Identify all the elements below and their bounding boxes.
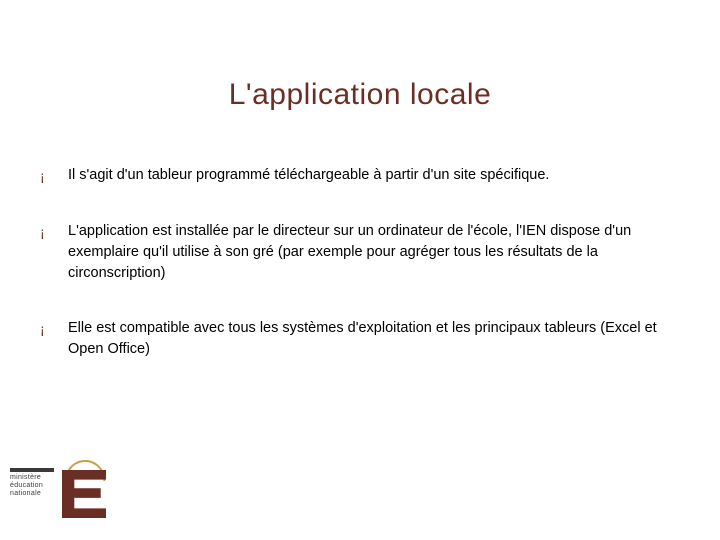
bullet-text: Elle est compatible avec tous les systèm… xyxy=(68,318,680,360)
slide: L'application locale ¡ Il s'agit d'un ta… xyxy=(0,0,720,540)
bullet-text: L'application est installée par le direc… xyxy=(68,221,680,284)
bullet-text: Il s'agit d'un tableur programmé télécha… xyxy=(68,165,680,186)
bullet-marker-icon: ¡ xyxy=(40,221,68,243)
bullet-item: ¡ L'application est installée par le dir… xyxy=(40,221,680,284)
bullet-item: ¡ Il s'agit d'un tableur programmé téléc… xyxy=(40,165,680,187)
ministry-logo: ministère éducation nationale xyxy=(0,460,110,540)
logo-bar-icon xyxy=(10,468,54,472)
logo-emblem-icon xyxy=(58,460,110,522)
logo-line: éducation xyxy=(10,482,43,490)
logo-line: ministère xyxy=(10,474,43,482)
logo-text: ministère éducation nationale xyxy=(10,474,43,498)
bullet-item: ¡ Elle est compatible avec tous les syst… xyxy=(40,318,680,360)
bullet-marker-icon: ¡ xyxy=(40,318,68,340)
logo-letter-icon xyxy=(62,470,106,518)
bullet-marker-icon: ¡ xyxy=(40,165,68,187)
logo-line: nationale xyxy=(10,490,43,498)
slide-content: ¡ Il s'agit d'un tableur programmé téléc… xyxy=(40,165,680,394)
slide-title: L'application locale xyxy=(0,78,720,112)
